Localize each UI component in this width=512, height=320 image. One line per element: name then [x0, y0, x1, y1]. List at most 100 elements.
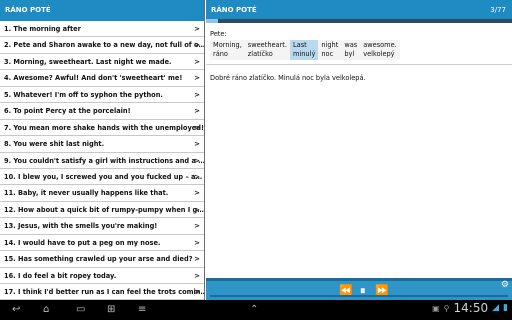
chevron-right-icon: >	[194, 222, 200, 231]
list-item-label: 14. I would have to put a peg on my nose…	[4, 238, 161, 247]
list-item[interactable]: 8. You were shit last night. >	[0, 136, 204, 153]
back-icon[interactable]: ↩	[12, 303, 20, 317]
gloss-word[interactable]: sweetheart. zlatíčko	[245, 40, 290, 60]
gloss-czech: zlatíčko	[247, 50, 273, 58]
list-item-label: 3. Morning, sweetheart. Last night we ma…	[4, 57, 172, 66]
playback-controls: ⏪ ⏸ ⏩ ⚙	[206, 278, 512, 300]
gloss-word[interactable]: night noc	[318, 40, 341, 60]
list-item-label: 15. Has something crawled up your arse a…	[4, 255, 193, 264]
list-item[interactable]: 15. Has something crawled up your arse a…	[0, 251, 204, 268]
sentence-list-panel: RÁNO POTÉ 1. The morning after >2. Pete a…	[0, 0, 205, 300]
list-item-label: 4. Awesome? Awful! And don't 'sweetheart…	[4, 74, 183, 83]
list-item[interactable]: 4. Awesome? Awful! And don't 'sweetheart…	[0, 70, 204, 87]
chevron-right-icon: >	[194, 238, 200, 247]
chevron-right-icon: >	[194, 172, 200, 181]
word-gloss-row: Morning, ráno sweetheart. zlatíčko Last minul…	[210, 40, 400, 60]
list-item[interactable]: 12. How about a quick bit of rumpy-pumpy…	[0, 202, 204, 219]
menu-icon[interactable]: ≡	[138, 303, 146, 317]
list-item[interactable]: 2. Pete and Sharon awake to a new day, n…	[0, 37, 204, 54]
chevron-right-icon: >	[194, 123, 200, 132]
usb-icon[interactable]: ⚲	[444, 304, 450, 313]
list-item-label: 8. You were shit last night.	[4, 140, 105, 149]
chevron-right-icon: >	[194, 288, 200, 296]
settings-icon[interactable]: ⚙	[501, 280, 509, 290]
lesson-progress-bar	[206, 19, 512, 23]
gloss-word[interactable]: Last minulý	[290, 40, 319, 60]
list-header: RÁNO POTÉ	[0, 0, 204, 21]
list-item-label: 16. I do feel a bit ropey today.	[4, 271, 117, 280]
gloss-czech: minulý	[293, 50, 316, 58]
chevron-right-icon: >	[194, 57, 200, 66]
detail-header: RÁNO POTÉ 3/77	[206, 0, 512, 21]
gloss-word[interactable]: was byl	[341, 40, 360, 60]
gloss-english: Morning,	[213, 41, 242, 49]
list-item-label: 2. Pete and Sharon awake to a new day, n…	[4, 41, 204, 50]
chevron-right-icon: >	[194, 74, 200, 83]
gloss-english: awesome.	[363, 41, 397, 49]
detail-title: RÁNO POTÉ	[211, 6, 257, 14]
gloss-english: sweetheart.	[247, 41, 287, 49]
gloss-english: Last	[293, 41, 307, 49]
list-item[interactable]: 9. You couldn't satisfy a girl with inst…	[0, 153, 204, 169]
list-item-label: 10. I blew you, I screwed you and you fu…	[4, 172, 203, 181]
list-item-label: 1. The morning after	[4, 25, 81, 33]
wifi-icon: ◢	[492, 303, 500, 313]
playback-progress[interactable]	[210, 295, 508, 297]
list-item-label: 7. You mean more shake hands with the un…	[4, 123, 204, 132]
chevron-right-icon: >	[194, 271, 200, 280]
list-item-label: 12. How about a quick bit of rumpy-pumpy…	[4, 205, 204, 214]
gloss-czech: ráno	[213, 50, 228, 58]
list-item-label: 13. Jesus, with the smells you're making…	[4, 222, 158, 231]
chevron-right-icon: >	[194, 205, 200, 214]
gloss-czech: noc	[321, 50, 334, 58]
gloss-czech: byl	[344, 50, 355, 58]
recent-apps-icon[interactable]: ▭	[76, 303, 85, 317]
list-item[interactable]: 3. Morning, sweetheart. Last night we ma…	[0, 54, 204, 71]
sentence-counter: 3/77	[490, 6, 506, 14]
gloss-english: night	[321, 41, 339, 49]
list-item-label: 5. Whatever! I'm off to syphon the pytho…	[4, 90, 163, 99]
chevron-right-icon: >	[194, 156, 200, 165]
list-item[interactable]: 6. To point Percy at the porcelain! >	[0, 103, 204, 120]
chevron-right-icon: >	[194, 25, 200, 33]
status-area: ▣ ⚲ 14:50 ◢ ▮	[432, 301, 508, 315]
battery-icon: ▮	[503, 303, 508, 313]
sentence-list: 1. The morning after >2. Pete and Sharon …	[0, 21, 204, 300]
list-item[interactable]: 10. I blew you, I screwed you and you fu…	[0, 169, 204, 186]
translation-text: Dobré ráno zlatíčko. Minulá noc byla vel…	[210, 74, 366, 82]
list-item-label: 17. I think I'd better run as I can feel…	[4, 288, 204, 296]
list-item[interactable]: 5. Whatever! I'm off to syphon the pytho…	[0, 87, 204, 104]
list-item[interactable]: 16. I do feel a bit ropey today. >	[0, 268, 204, 284]
speaker-label: Pete:	[210, 30, 227, 38]
list-item[interactable]: 14. I would have to put a peg on my nose…	[0, 235, 204, 252]
lesson-progress-fill	[206, 19, 218, 23]
gloss-word[interactable]: Morning, ráno	[210, 40, 245, 60]
list-item-label: 11. Baby, it never usually happens like …	[4, 189, 169, 198]
list-item-label: 9. You couldn't satisfy a girl with inst…	[4, 156, 204, 165]
system-navigation-bar: ↩ ⌂ ▭ ⊞ ≡ ⌃ ▣ ⚲ 14:50 ◢ ▮	[0, 300, 512, 320]
list-item[interactable]: 11. Baby, it never usually happens like …	[0, 185, 204, 202]
list-item[interactable]: 7. You mean more shake hands with the un…	[0, 120, 204, 137]
home-icon[interactable]: ⌂	[43, 303, 49, 317]
up-arrow-icon[interactable]: ⌃	[250, 303, 258, 317]
chevron-right-icon: >	[194, 41, 200, 50]
gloss-word[interactable]: awesome. velkolepý	[360, 40, 400, 60]
chevron-right-icon: >	[194, 140, 200, 149]
clock[interactable]: 14:50	[454, 301, 489, 315]
notification-icon[interactable]: ▣	[432, 304, 440, 313]
list-item[interactable]: 13. Jesus, with the smells you're making…	[0, 218, 204, 235]
list-item-label: 6. To point Percy at the porcelain!	[4, 107, 131, 116]
list-item[interactable]: 1. The morning after >	[0, 21, 204, 38]
screenshot-icon[interactable]: ⊞	[107, 303, 115, 317]
chevron-right-icon: >	[194, 90, 200, 99]
detail-panel: RÁNO POTÉ 3/77 Pete: Morning, ráno sweethe…	[206, 0, 512, 300]
chevron-right-icon: >	[194, 255, 200, 264]
gloss-english: was	[344, 41, 358, 49]
chevron-right-icon: >	[194, 107, 200, 116]
list-item[interactable]: 17. I think I'd better run as I can feel…	[0, 284, 204, 300]
divider	[206, 64, 512, 65]
app-window: RÁNO POTÉ 1. The morning after >2. Pete a…	[0, 0, 512, 300]
chevron-right-icon: >	[194, 189, 200, 198]
controls-top-bar	[206, 278, 512, 281]
gloss-czech: velkolepý	[363, 50, 395, 58]
